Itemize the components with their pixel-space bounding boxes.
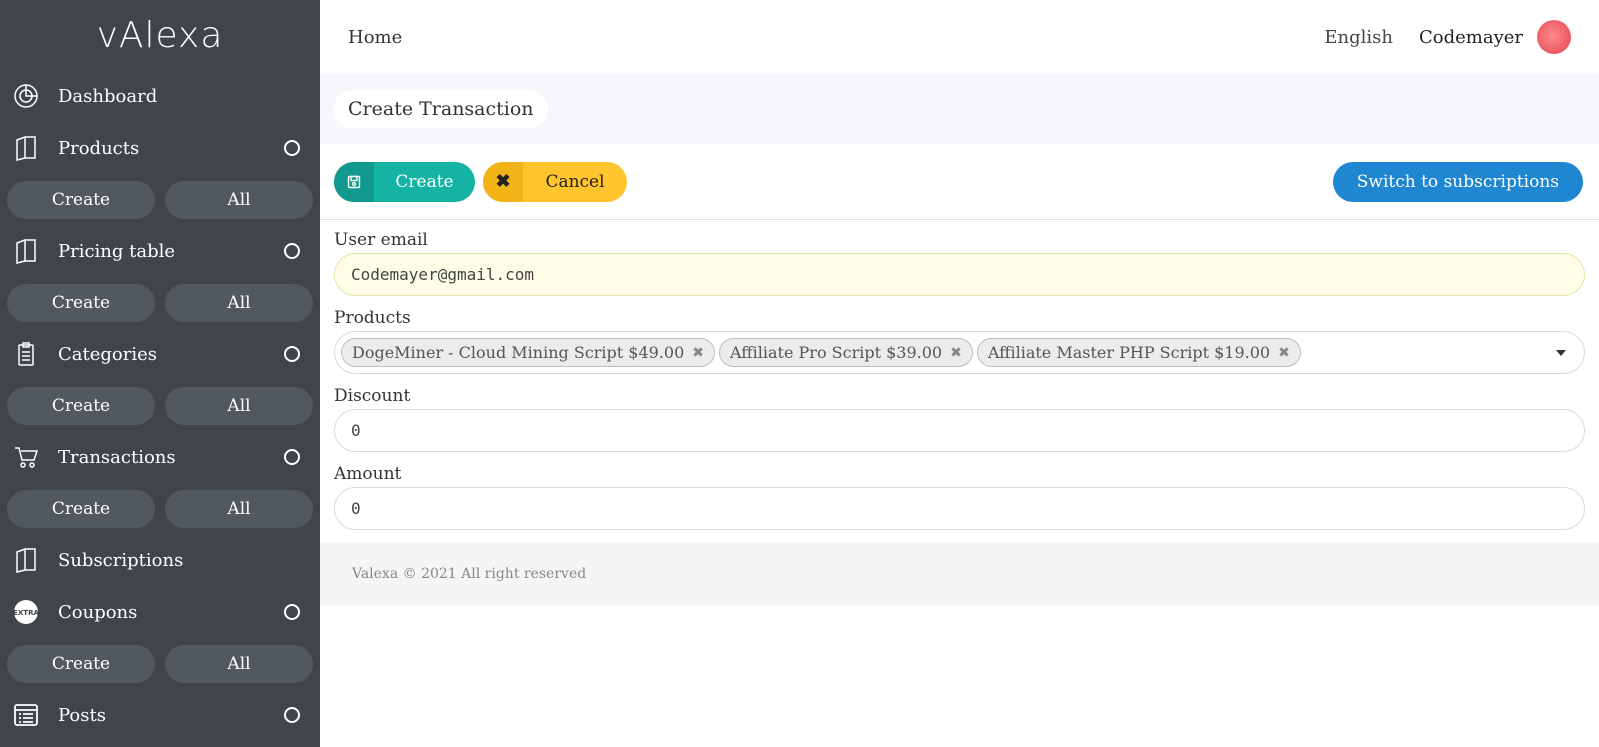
products-label: Products [334,308,411,328]
amount-field[interactable]: 0 [334,487,1585,530]
switch-to-subscriptions-button[interactable]: Switch to subscriptions [1332,161,1583,202]
close-icon: ✖ [483,161,523,202]
expand-toggle[interactable] [284,346,300,362]
expand-toggle[interactable] [284,707,300,723]
sidebar-item-dashboard[interactable]: Dashboard [0,70,320,122]
create-button[interactable]: Create [334,161,475,202]
coupons-submenu: Create All [0,638,320,689]
cart-icon [12,443,40,471]
main-content: Home English Codemayer Create Transactio… [320,0,1599,747]
product-tag: Affiliate Master PHP Script $19.00 ✖ [976,338,1301,367]
book-icon [12,546,40,574]
email-field[interactable]: Codemayer@gmail.com [334,253,1585,296]
sidebar-item-coupons[interactable]: EXTRA Coupons [0,586,320,638]
expand-toggle[interactable] [284,243,300,259]
footer-text: Valexa © 2021 All right reserved [352,565,587,582]
footer: Valexa © 2021 All right reserved [320,542,1599,605]
product-tag: Affiliate Pro Script $39.00 ✖ [719,338,973,367]
sidebar-item-label: Pricing table [58,240,176,262]
coupons-all-button[interactable]: All [165,644,313,683]
remove-tag-icon[interactable]: ✖ [950,345,962,361]
expand-toggle[interactable] [284,449,300,465]
sidebar-item-products[interactable]: Products [0,122,320,174]
sidebar-item-categories[interactable]: Categories [0,328,320,380]
discount-field[interactable]: 0 [334,409,1585,452]
coupon-badge-icon: EXTRA [12,598,40,626]
products-select[interactable]: DogeMiner - Cloud Mining Script $49.00 ✖… [334,331,1585,374]
expand-toggle[interactable] [284,140,300,156]
amount-label: Amount [334,464,402,484]
sidebar-item-transactions[interactable]: Transactions [0,431,320,483]
transactions-create-button[interactable]: Create [7,489,155,528]
transactions-all-button[interactable]: All [165,489,313,528]
sidebar: vAlexa Dashboard Products Create All Pri… [0,0,320,747]
sidebar-item-label: Coupons [58,601,138,623]
products-create-button[interactable]: Create [7,180,155,219]
products-all-button[interactable]: All [165,180,313,219]
transaction-form: User email Codemayer@gmail.com Products … [320,220,1599,530]
sidebar-item-label: Dashboard [58,85,158,107]
cancel-button[interactable]: ✖ Cancel [483,161,627,202]
sidebar-item-label: Products [58,137,140,159]
discount-label: Discount [334,386,411,406]
book-icon [12,134,40,162]
product-tag: DogeMiner - Cloud Mining Script $49.00 ✖ [341,338,716,367]
sidebar-item-pricing-table[interactable]: Pricing table [0,225,320,277]
dashboard-icon [12,82,40,110]
create-button-label: Create [395,171,454,192]
user-menu[interactable]: Codemayer [1419,27,1523,48]
products-submenu: Create All [0,174,320,225]
clipboard-icon [12,340,40,368]
list-icon [12,701,40,729]
pricing-table-create-button[interactable]: Create [7,283,155,322]
book-icon [12,237,40,265]
remove-tag-icon[interactable]: ✖ [692,345,704,361]
categories-create-button[interactable]: Create [7,386,155,425]
svg-text:EXTRA: EXTRA [13,609,39,617]
expand-toggle[interactable] [284,604,300,620]
sidebar-item-label: Posts [58,704,106,726]
avatar[interactable] [1537,20,1571,54]
sidebar-item-label: Categories [58,343,157,365]
home-link[interactable]: Home [348,27,402,48]
email-label: User email [334,230,428,250]
app-logo[interactable]: vAlexa [0,0,320,70]
categories-submenu: Create All [0,380,320,431]
sidebar-item-label: Transactions [58,446,176,468]
discount-value: 0 [351,421,361,440]
cancel-button-label: Cancel [545,171,605,192]
save-icon [334,161,374,202]
sidebar-item-subscriptions[interactable]: Subscriptions [0,534,320,586]
page-title: Create Transaction [334,90,548,128]
pricing-table-all-button[interactable]: All [165,283,313,322]
coupons-create-button[interactable]: Create [7,644,155,683]
amount-value: 0 [351,499,361,518]
sidebar-item-posts[interactable]: Posts [0,689,320,741]
breadcrumb: Create Transaction [320,74,1599,144]
pricing-table-submenu: Create All [0,277,320,328]
action-bar: Create ✖ Cancel Switch to subscriptions [320,144,1599,220]
remove-tag-icon[interactable]: ✖ [1278,345,1290,361]
email-value: Codemayer@gmail.com [351,265,535,284]
language-selector[interactable]: English [1324,27,1393,48]
transactions-submenu: Create All [0,483,320,534]
categories-all-button[interactable]: All [165,386,313,425]
top-navbar: Home English Codemayer [320,0,1599,74]
chevron-down-icon[interactable] [1556,349,1566,356]
sidebar-item-label: Subscriptions [58,549,184,571]
